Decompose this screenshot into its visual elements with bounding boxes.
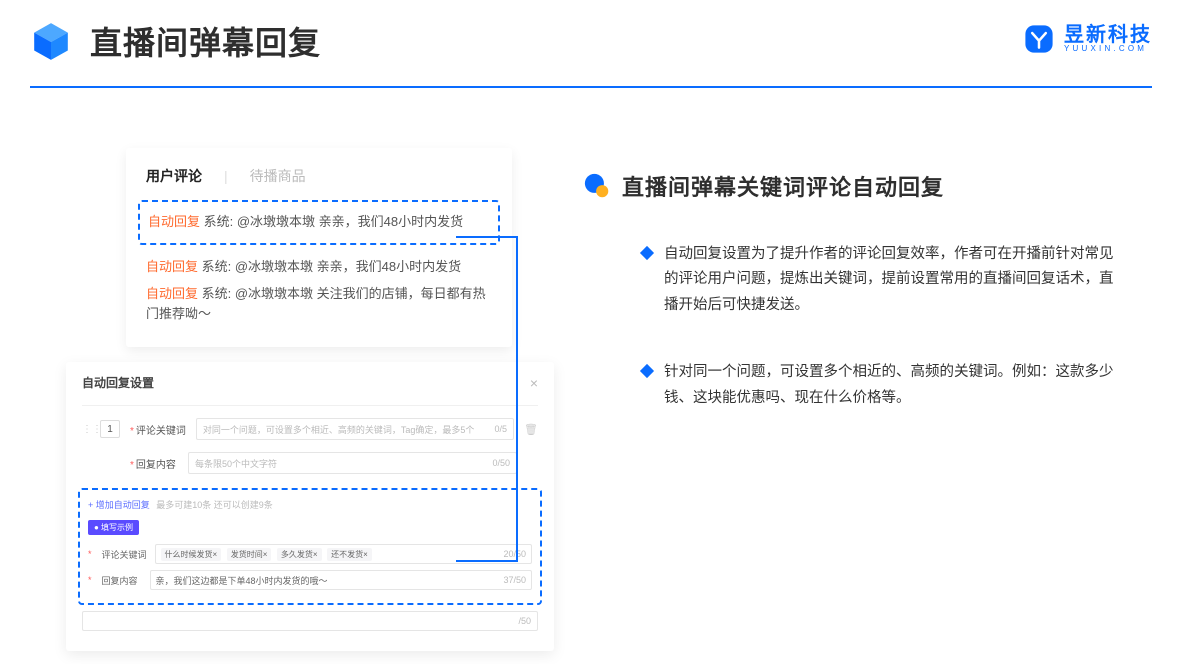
brand-name-en: YUUXIN.COM (1064, 45, 1152, 53)
bullet-item: 自动回复设置为了提升作者的评论回复效率，作者可在开播前针对常见的评论用户问题，提… (584, 242, 1130, 318)
keyword-label: 评论关键词 (136, 426, 186, 437)
screenshot-mock: 用户评论 | 待播商品 自动回复 系统: @冰墩墩本墩 亲亲，我们48小时内发货… (66, 148, 554, 618)
tab-separator: | (224, 168, 228, 184)
example-badge: ● 填写示例 (88, 520, 139, 535)
connector-line (456, 560, 518, 562)
tab-user-comments[interactable]: 用户评论 (146, 166, 202, 186)
section-header: 直播间弹幕关键词评论自动回复 (584, 170, 1130, 202)
auto-reply-settings-modal: 自动回复设置 × ⋮⋮ 1 *评论关键词 对同一个问题，可设置多个相近、高频的关… (66, 362, 554, 651)
comments-tabs: 用户评论 | 待播商品 (146, 166, 492, 186)
example-content-row: * 回复内容 亲，我们这边都是下单48小时内发货的哦～ 37/50 (88, 567, 532, 593)
example-keyword-row: * 评论关键词 什么时候发货× 发货时间× 多久发货× 还不发货× 20/50 (88, 541, 532, 567)
keyword-input[interactable]: 对同一个问题，可设置多个相近、高频的关键词，Tag确定，最多5个 0/5 (196, 418, 514, 440)
page-title: 直播间弹幕回复 (90, 18, 321, 64)
brand-name-cn: 昱新科技 (1064, 25, 1152, 45)
row-index: 1 (100, 420, 120, 438)
comments-panel: 用户评论 | 待播商品 自动回复 系统: @冰墩墩本墩 亲亲，我们48小时内发货… (126, 148, 512, 347)
comment-text: 系统: @冰墩墩本墩 亲亲，我们48小时内发货 (202, 259, 462, 274)
tab-pending-goods[interactable]: 待播商品 (250, 166, 306, 186)
description-section: 直播间弹幕关键词评论自动回复 自动回复设置为了提升作者的评论回复效率，作者可在开… (584, 170, 1130, 453)
bullet-text: 自动回复设置为了提升作者的评论回复效率，作者可在开播前针对常见的评论用户问题，提… (664, 242, 1116, 318)
content-row: *回复内容 每条限50个中文字符 0/50 (66, 446, 554, 480)
auto-reply-tag: 自动回复 (146, 259, 198, 274)
connector-line (516, 236, 518, 562)
cube-icon (30, 20, 72, 62)
comment-row: 自动回复 系统: @冰墩墩本墩 关注我们的店铺，每日都有热门推荐呦～ (146, 284, 492, 326)
connector-line (456, 236, 518, 238)
auto-reply-tag: 自动回复 (148, 214, 200, 229)
brand-logo-block: 昱新科技 YUUXIN.COM (1022, 22, 1152, 56)
section-title: 直播间弹幕关键词评论自动回复 (622, 170, 944, 202)
comment-row: 自动回复 系统: @冰墩墩本墩 亲亲，我们48小时内发货 (146, 257, 492, 278)
highlighted-comment: 自动回复 系统: @冰墩墩本墩 亲亲，我们48小时内发货 (138, 200, 500, 245)
bullet-text: 针对同一个问题，可设置多个相近的、高频的关键词。例如：这款多少钱、这块能优惠吗、… (664, 360, 1116, 411)
content-input[interactable]: 每条限50个中文字符 0/50 (188, 452, 517, 474)
bullet-item: 针对同一个问题，可设置多个相近的、高频的关键词。例如：这款多少钱、这块能优惠吗、… (584, 360, 1130, 411)
drag-handle-icon[interactable]: ⋮⋮ (82, 424, 90, 435)
delete-icon[interactable]: 🗑 (524, 423, 538, 436)
extra-input[interactable]: /50 (82, 611, 538, 631)
chat-bubble-icon (584, 173, 610, 199)
auto-reply-tag: 自动回复 (146, 286, 198, 301)
diamond-icon (640, 364, 654, 378)
keyword-row: ⋮⋮ 1 *评论关键词 对同一个问题，可设置多个相近、高频的关键词，Tag确定，… (66, 412, 554, 446)
example-box: + 增加自动回复 最多可建10条 还可以创建9条 ● 填写示例 * 评论关键词 … (78, 488, 542, 605)
add-auto-reply-link[interactable]: + 增加自动回复 最多可建10条 还可以创建9条 (88, 498, 532, 511)
example-content-input[interactable]: 亲，我们这边都是下单48小时内发货的哦～ 37/50 (150, 570, 532, 590)
header-divider (30, 86, 1152, 88)
divider (82, 405, 538, 406)
diamond-icon (640, 246, 654, 260)
content-label: 回复内容 (136, 460, 176, 471)
header: 直播间弹幕回复 (30, 18, 321, 64)
comment-text: 系统: @冰墩墩本墩 亲亲，我们48小时内发货 (204, 214, 464, 229)
modal-title: 自动回复设置 (82, 374, 154, 391)
brand-logo-icon (1022, 22, 1056, 56)
close-icon[interactable]: × (530, 375, 538, 391)
